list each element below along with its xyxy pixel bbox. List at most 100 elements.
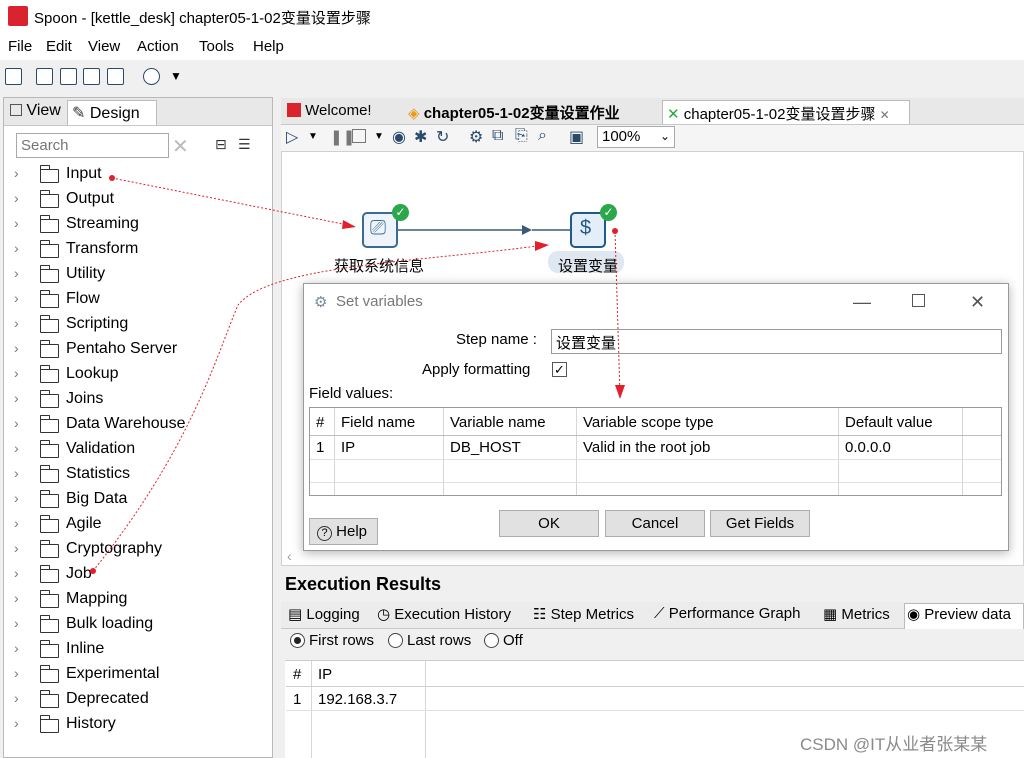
chevron-right-icon[interactable]: › bbox=[14, 290, 30, 306]
tree-item-mapping[interactable]: › Mapping bbox=[14, 590, 264, 612]
menu-help[interactable]: Help bbox=[253, 38, 284, 55]
tree-item-bulk-loading[interactable]: › Bulk loading bbox=[14, 615, 264, 637]
layers-icon[interactable] bbox=[143, 68, 160, 85]
cancel-button[interactable]: Cancel bbox=[605, 510, 705, 537]
tree-item-inline[interactable]: › Inline bbox=[14, 640, 264, 662]
radio-first-rows[interactable] bbox=[290, 633, 305, 648]
field-name-cell[interactable]: IP bbox=[341, 439, 355, 456]
tree-item-validation[interactable]: › Validation bbox=[14, 440, 264, 462]
column-header-scope-type[interactable]: Variable scope type bbox=[583, 414, 714, 431]
column-header-field-name[interactable]: Field name bbox=[341, 414, 415, 431]
close-tab-icon[interactable]: ✕ bbox=[880, 108, 890, 122]
chevron-right-icon[interactable]: › bbox=[14, 165, 30, 181]
chevron-right-icon[interactable]: › bbox=[14, 690, 30, 706]
tree-item-job[interactable]: › Job bbox=[14, 565, 264, 587]
chevron-right-icon[interactable]: › bbox=[14, 215, 30, 231]
menu-file[interactable]: File bbox=[8, 38, 32, 55]
maximize-icon[interactable] bbox=[912, 294, 925, 307]
clear-search-icon[interactable]: ✕ bbox=[172, 134, 190, 159]
menu-action[interactable]: Action bbox=[137, 38, 179, 55]
new-file-icon[interactable] bbox=[5, 68, 22, 85]
scroll-left-icon[interactable]: ‹ bbox=[287, 548, 292, 564]
chevron-right-icon[interactable]: › bbox=[14, 265, 30, 281]
verify-icon[interactable]: ⚙ bbox=[469, 127, 483, 147]
chevron-right-icon[interactable]: › bbox=[14, 565, 30, 581]
tree-item-transform[interactable]: › Transform bbox=[14, 240, 264, 262]
chevron-down-icon[interactable]: ▼ bbox=[374, 131, 384, 142]
tree-item-big-data[interactable]: › Big Data bbox=[14, 490, 264, 512]
column-header-variable-name[interactable]: Variable name bbox=[450, 414, 546, 431]
chevron-right-icon[interactable]: › bbox=[14, 490, 30, 506]
tree-item-utility[interactable]: › Utility bbox=[14, 265, 264, 287]
preview-icon[interactable]: ◉ bbox=[392, 127, 406, 147]
list-view-icon[interactable]: ☰ bbox=[238, 136, 251, 153]
save-icon[interactable] bbox=[83, 68, 100, 85]
tab-transformation[interactable]: ✕ chapter05-1-02变量设置步骤 ✕ bbox=[662, 100, 910, 124]
chevron-right-icon[interactable]: › bbox=[14, 465, 30, 481]
apply-formatting-checkbox[interactable]: ✓ bbox=[552, 362, 567, 377]
collapse-all-icon[interactable]: ⊟ bbox=[215, 136, 227, 153]
tab-view[interactable]: View bbox=[6, 100, 66, 125]
chevron-right-icon[interactable]: › bbox=[14, 540, 30, 556]
chevron-right-icon[interactable]: › bbox=[14, 715, 30, 731]
tab-step-metrics[interactable]: ☷ Step Metrics bbox=[533, 605, 634, 623]
tree-item-joins[interactable]: › Joins bbox=[14, 390, 264, 412]
close-icon[interactable]: ✕ bbox=[970, 292, 985, 313]
tree-item-lookup[interactable]: › Lookup bbox=[14, 365, 264, 387]
tab-welcome[interactable]: Welcome! bbox=[283, 100, 401, 124]
preview-header-ip[interactable]: IP bbox=[318, 666, 332, 683]
tree-item-experimental[interactable]: › Experimental bbox=[14, 665, 264, 687]
tab-logging[interactable]: ▤ Logging bbox=[288, 605, 360, 623]
tree-item-agile[interactable]: › Agile bbox=[14, 515, 264, 537]
radio-last-rows[interactable] bbox=[388, 633, 403, 648]
tree-item-pentaho-server[interactable]: › Pentaho Server bbox=[14, 340, 264, 362]
chevron-right-icon[interactable]: › bbox=[14, 190, 30, 206]
chevron-right-icon[interactable]: › bbox=[14, 590, 30, 606]
sql-icon[interactable]: ⎘ bbox=[515, 127, 528, 145]
chevron-down-icon[interactable]: ▼ bbox=[308, 131, 318, 142]
search-input[interactable] bbox=[16, 133, 169, 158]
default-value-cell[interactable]: 0.0.0.0 bbox=[845, 439, 891, 456]
impact-icon[interactable]: ⧉ bbox=[492, 127, 503, 145]
minimize-icon[interactable]: — bbox=[853, 292, 871, 313]
tree-item-scripting[interactable]: › Scripting bbox=[14, 315, 264, 337]
tree-item-data-warehouse[interactable]: › Data Warehouse bbox=[14, 415, 264, 437]
tree-item-statistics[interactable]: › Statistics bbox=[14, 465, 264, 487]
step-label-set-variables[interactable]: 设置变量 bbox=[558, 255, 618, 276]
explore-db-icon[interactable]: ⌕ bbox=[538, 127, 547, 145]
zoom-select[interactable]: 100% ⌄ bbox=[597, 126, 675, 148]
ok-button[interactable]: OK bbox=[499, 510, 599, 537]
debug-icon[interactable]: ✱ bbox=[414, 127, 427, 147]
tree-item-cryptography[interactable]: › Cryptography bbox=[14, 540, 264, 562]
step-label-get-system-info[interactable]: 获取系统信息 bbox=[334, 255, 424, 276]
tab-performance-graph[interactable]: ⟋ Performance Graph bbox=[654, 605, 800, 622]
tab-metrics[interactable]: ▦ Metrics bbox=[823, 605, 890, 623]
menu-edit[interactable]: Edit bbox=[46, 38, 72, 55]
save-as-icon[interactable] bbox=[107, 68, 124, 85]
chevron-right-icon[interactable]: › bbox=[14, 340, 30, 356]
tree-item-deprecated[interactable]: › Deprecated bbox=[14, 690, 264, 712]
chevron-right-icon[interactable]: › bbox=[14, 415, 30, 431]
chevron-right-icon[interactable]: › bbox=[14, 440, 30, 456]
tab-design[interactable]: ✎ Design bbox=[67, 100, 157, 125]
tree-item-flow[interactable]: › Flow bbox=[14, 290, 264, 312]
column-header-default-value[interactable]: Default value bbox=[845, 414, 933, 431]
tree-item-input[interactable]: › Input bbox=[14, 165, 264, 187]
help-button[interactable]: ? Help bbox=[309, 518, 378, 545]
run-icon[interactable]: ▷ bbox=[286, 127, 298, 147]
chevron-down-icon[interactable]: ▼ bbox=[170, 69, 182, 83]
get-fields-button[interactable]: Get Fields bbox=[710, 510, 810, 537]
open-folder-icon[interactable] bbox=[36, 68, 53, 85]
menu-view[interactable]: View bbox=[88, 38, 120, 55]
grid-icon[interactable]: ▣ bbox=[569, 127, 584, 147]
chevron-right-icon[interactable]: › bbox=[14, 640, 30, 656]
chevron-right-icon[interactable]: › bbox=[14, 390, 30, 406]
chevron-right-icon[interactable]: › bbox=[14, 515, 30, 531]
tab-preview-data[interactable]: ◉ Preview data bbox=[904, 603, 1024, 629]
step-name-field[interactable]: 设置变量 bbox=[551, 329, 1002, 354]
tree-item-history[interactable]: › History bbox=[14, 715, 264, 737]
tab-job[interactable]: ◈ chapter05-1-02变量设置作业 bbox=[404, 100, 660, 124]
menu-tools[interactable]: Tools bbox=[199, 38, 234, 55]
scope-type-cell[interactable]: Valid in the root job bbox=[583, 439, 710, 456]
chevron-right-icon[interactable]: › bbox=[14, 315, 30, 331]
